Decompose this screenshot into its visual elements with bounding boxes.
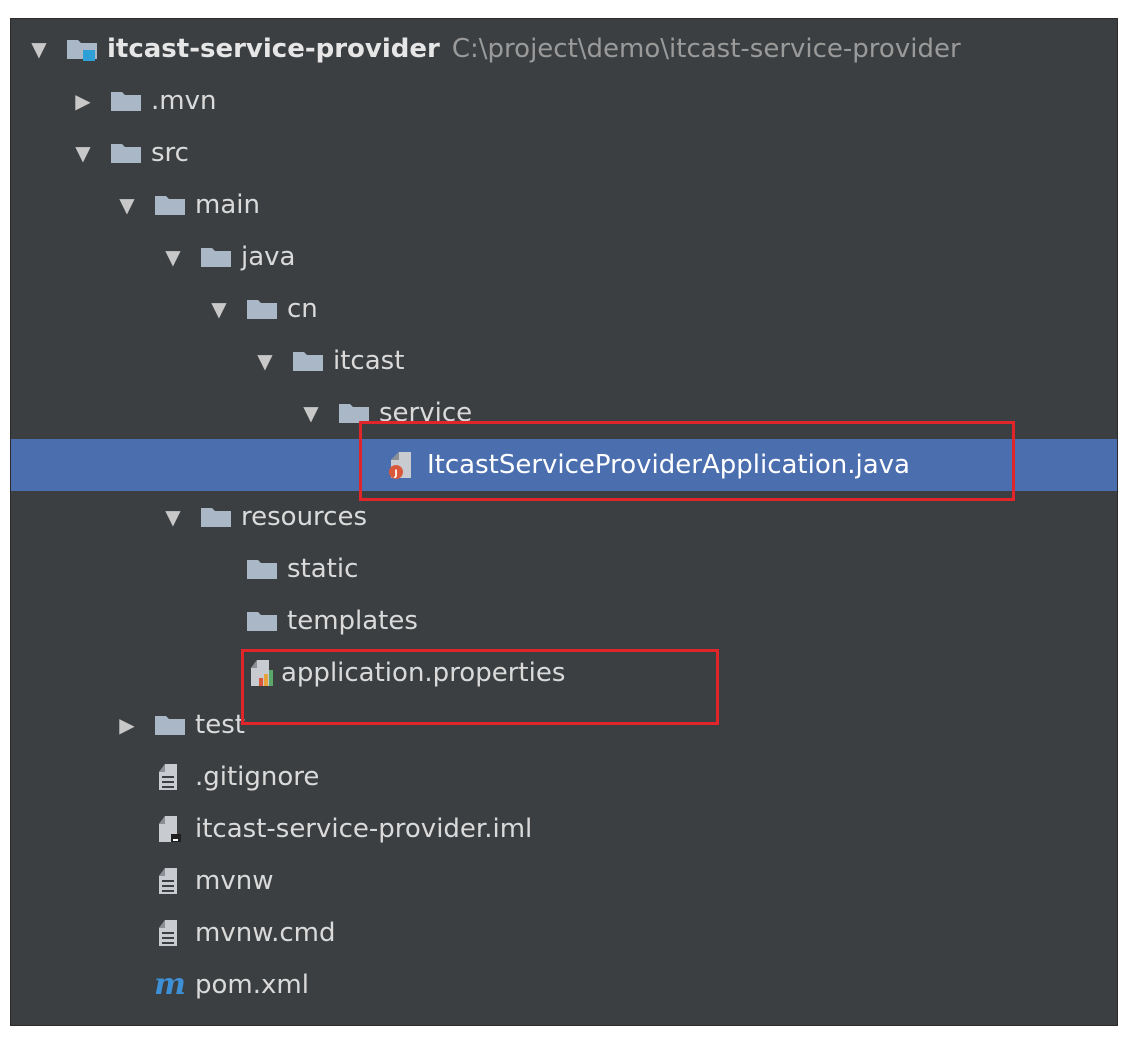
maven-pom-icon: m xyxy=(154,967,186,1002)
svg-text:J: J xyxy=(393,469,397,479)
project-tree-panel: ▼ itcast-service-provider C:\project\dem… xyxy=(10,18,1118,1026)
module-path-label: C:\project\demo\itcast-service-provider xyxy=(451,34,961,64)
folder-icon xyxy=(153,711,187,739)
tree-item-label: .mvn xyxy=(151,86,217,116)
chevron-down-icon[interactable]: ▼ xyxy=(113,193,141,217)
tree-item-application-properties[interactable]: ▶ application.properties xyxy=(11,647,1117,699)
properties-file-icon xyxy=(245,659,279,687)
tree-item-templates[interactable]: ▶ templates xyxy=(11,595,1117,647)
tree-item-label: application.properties xyxy=(281,658,566,688)
java-class-icon: J xyxy=(385,451,419,479)
tree-item-application-class[interactable]: ▶ J ItcastServiceProviderApplication.jav… xyxy=(11,439,1117,491)
tree-item-label: itcast xyxy=(333,346,405,376)
tree-item-src[interactable]: ▼ src xyxy=(11,127,1117,179)
tree-item-cn[interactable]: ▼ cn xyxy=(11,283,1117,335)
module-name-label: itcast-service-provider xyxy=(107,34,440,64)
folder-icon xyxy=(199,243,233,271)
chevron-down-icon[interactable]: ▼ xyxy=(297,401,325,425)
tree-item-test[interactable]: ▶ test xyxy=(11,699,1117,751)
tree-item-label: resources xyxy=(241,502,368,532)
folder-icon xyxy=(291,347,325,375)
chevron-down-icon[interactable]: ▼ xyxy=(25,37,53,61)
folder-icon xyxy=(199,503,233,531)
tree-item-label: src xyxy=(151,138,189,168)
tree-item-mvnw[interactable]: ▶ mvnw xyxy=(11,855,1117,907)
folder-icon xyxy=(245,607,279,635)
tree-item-label: ItcastServiceProviderApplication.java xyxy=(427,450,910,480)
folder-icon xyxy=(153,191,187,219)
chevron-right-icon[interactable]: ▶ xyxy=(113,713,141,737)
chevron-down-icon[interactable]: ▼ xyxy=(69,141,97,165)
text-file-icon xyxy=(153,763,187,791)
tree-item-label: itcast-service-provider.iml xyxy=(195,814,533,844)
tree-item-label: pom.xml xyxy=(195,970,309,1000)
tree-item-label: mvnw xyxy=(195,866,274,896)
tree-item-main[interactable]: ▼ main xyxy=(11,179,1117,231)
folder-icon xyxy=(337,399,371,427)
tree-item-label: templates xyxy=(287,606,418,636)
tree-item-module-root[interactable]: ▼ itcast-service-provider C:\project\dem… xyxy=(11,23,1117,75)
tree-item-mvnw-cmd[interactable]: ▶ mvnw.cmd xyxy=(11,907,1117,959)
tree-item-label: java xyxy=(241,242,296,272)
chevron-right-icon[interactable]: ▶ xyxy=(69,89,97,113)
tree-item-java[interactable]: ▼ java xyxy=(11,231,1117,283)
folder-icon xyxy=(109,139,143,167)
tree-item-resources[interactable]: ▼ resources xyxy=(11,491,1117,543)
tree-item-label: service xyxy=(379,398,473,428)
folder-icon xyxy=(109,87,143,115)
chevron-down-icon[interactable]: ▼ xyxy=(159,245,187,269)
tree-item-mvn[interactable]: ▶ .mvn xyxy=(11,75,1117,127)
tree-item-pom[interactable]: ▶ m pom.xml xyxy=(11,959,1117,1011)
iml-file-icon xyxy=(153,815,187,843)
chevron-down-icon[interactable]: ▼ xyxy=(251,349,279,373)
tree-item-label: cn xyxy=(287,294,318,324)
tree-item-label: test xyxy=(195,710,245,740)
tree-item-itcast[interactable]: ▼ itcast xyxy=(11,335,1117,387)
tree-item-service[interactable]: ▼ service xyxy=(11,387,1117,439)
tree-item-label: static xyxy=(287,554,359,584)
text-file-icon xyxy=(153,919,187,947)
folder-icon xyxy=(245,295,279,323)
tree-item-label: mvnw.cmd xyxy=(195,918,336,948)
tree-item-static[interactable]: ▶ static xyxy=(11,543,1117,595)
chevron-down-icon[interactable]: ▼ xyxy=(205,297,233,321)
folder-icon xyxy=(245,555,279,583)
module-folder-icon xyxy=(65,35,99,63)
tree-item-gitignore[interactable]: ▶ .gitignore xyxy=(11,751,1117,803)
tree-item-label: main xyxy=(195,190,260,220)
chevron-down-icon[interactable]: ▼ xyxy=(159,505,187,529)
text-file-icon xyxy=(153,867,187,895)
tree-item-iml[interactable]: ▶ itcast-service-provider.iml xyxy=(11,803,1117,855)
tree-item-label: .gitignore xyxy=(195,762,320,792)
